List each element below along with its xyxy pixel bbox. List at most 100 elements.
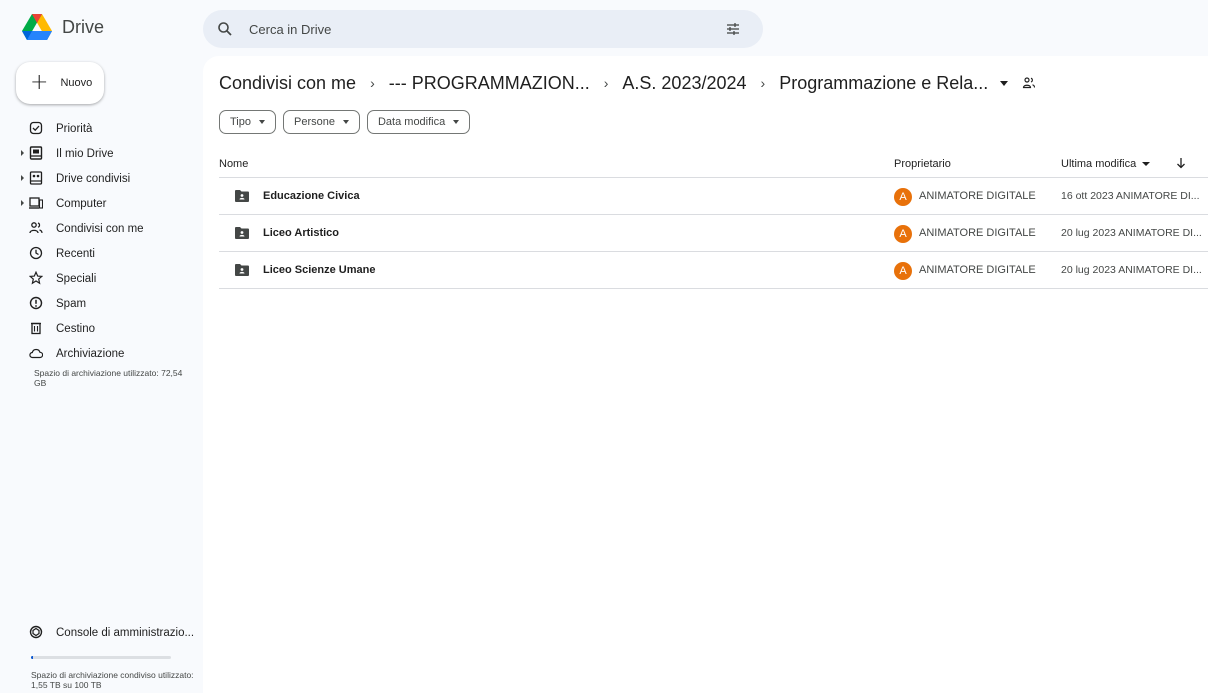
expand-caret-icon[interactable] xyxy=(21,150,24,156)
breadcrumb-separator: › xyxy=(370,75,375,91)
sidebar-item-label: Recenti xyxy=(56,247,95,260)
plus-icon: + xyxy=(30,70,49,95)
column-header-modified-label: Ultima modifica xyxy=(1061,158,1137,170)
check-circle-icon xyxy=(29,121,43,135)
sidebar: + Nuovo Priorità Il mio Drive Drive cond… xyxy=(0,60,203,693)
storage-usage-text: Spazio di archiviazione utilizzato: 72,5… xyxy=(34,368,183,388)
table-row[interactable]: Liceo Artistico A ANIMATORE DIGITALE 20 … xyxy=(219,215,1208,252)
sidebar-item-label: Condivisi con me xyxy=(56,222,144,235)
drive-logo-icon xyxy=(22,14,52,40)
sidebar-item-my-drive[interactable]: Il mio Drive xyxy=(0,141,203,166)
new-button-label: Nuovo xyxy=(60,77,93,89)
file-name: Liceo Artistico xyxy=(263,227,339,239)
file-name: Educazione Civica xyxy=(263,190,360,202)
last-modified: 16 ott 2023 ANIMATORE DI... xyxy=(1061,190,1200,202)
shared-storage-progress-fill xyxy=(31,656,34,659)
sidebar-item-computer[interactable]: Computer xyxy=(0,191,203,216)
chevron-down-icon xyxy=(259,120,265,124)
sidebar-item-label: Speciali xyxy=(56,272,97,285)
breadcrumb-item-shared-with-me[interactable]: Condivisi con me xyxy=(219,73,356,94)
table-row[interactable]: Liceo Scienze Umane A ANIMATORE DIGITALE… xyxy=(219,252,1208,289)
sidebar-item-starred[interactable]: Speciali xyxy=(0,266,203,291)
filter-people-label: Persone xyxy=(294,116,335,128)
file-name: Liceo Scienze Umane xyxy=(263,264,376,276)
expand-caret-icon[interactable] xyxy=(21,175,24,181)
sort-direction-arrow-icon[interactable] xyxy=(1174,156,1188,170)
column-header-modified[interactable]: Ultima modifica xyxy=(1061,158,1151,170)
sidebar-item-label: Spam xyxy=(56,297,87,310)
star-icon xyxy=(29,271,43,285)
shared-storage-text: Spazio di archiviazione condiviso utiliz… xyxy=(31,670,194,690)
sidebar-item-label: Il mio Drive xyxy=(56,147,114,160)
search-bar[interactable] xyxy=(203,10,763,48)
sidebar-item-label: Cestino xyxy=(56,322,95,335)
clock-icon xyxy=(29,246,43,260)
shared-folder-icon xyxy=(235,264,249,276)
shared-folder-icon xyxy=(235,227,249,239)
my-drive-icon xyxy=(29,146,43,160)
new-button[interactable]: + Nuovo xyxy=(16,62,104,104)
breadcrumb: Condivisi con me › --- PROGRAMMAZION... … xyxy=(219,70,1036,96)
filter-modified-label: Data modifica xyxy=(377,116,446,128)
sidebar-item-priority[interactable]: Priorità xyxy=(0,116,203,141)
sidebar-nav: Priorità Il mio Drive Drive condivisi Co… xyxy=(0,116,203,366)
filter-modified[interactable]: Data modifica xyxy=(366,110,471,134)
filter-chips: Tipo Persone Data modifica xyxy=(219,110,471,134)
folder-menu-dropdown-icon[interactable] xyxy=(1000,80,1009,86)
filter-type-label: Tipo xyxy=(230,116,251,128)
sidebar-item-trash[interactable]: Cestino xyxy=(0,316,203,341)
admin-shield-icon xyxy=(29,625,43,639)
chevron-down-icon xyxy=(342,120,349,124)
sidebar-item-shared-drives[interactable]: Drive condivisi xyxy=(0,166,203,191)
sidebar-item-recent[interactable]: Recenti xyxy=(0,241,203,266)
column-header-owner[interactable]: Proprietario xyxy=(894,158,951,170)
shared-drives-icon xyxy=(29,171,43,185)
shared-folder-people-icon[interactable] xyxy=(1022,76,1036,90)
breadcrumb-separator: › xyxy=(603,75,609,91)
drive-logo[interactable]: Drive xyxy=(22,14,104,40)
trash-icon xyxy=(29,321,43,335)
search-options-icon[interactable] xyxy=(725,21,741,37)
last-modified: 20 lug 2023 ANIMATORE DI... xyxy=(1061,264,1202,276)
owner-avatar: A xyxy=(894,262,912,280)
admin-console-link[interactable]: Console di amministrazio... xyxy=(0,620,203,645)
sidebar-item-label: Priorità xyxy=(56,122,93,135)
sidebar-item-label: Computer xyxy=(56,197,107,210)
column-header-name[interactable]: Nome xyxy=(219,158,248,170)
file-list: Nome Proprietario Ultima modifica Educaz… xyxy=(219,150,1208,289)
last-modified: 20 lug 2023 ANIMATORE DI... xyxy=(1061,227,1202,239)
shared-storage-progress xyxy=(31,656,171,659)
sidebar-item-label: Drive condivisi xyxy=(56,172,131,185)
shared-folder-icon xyxy=(235,190,249,202)
expand-caret-icon[interactable] xyxy=(21,200,24,206)
top-bar: Drive xyxy=(0,0,1208,60)
owner-name: ANIMATORE DIGITALE xyxy=(919,264,1036,276)
sidebar-item-label: Archiviazione xyxy=(56,347,125,360)
owner-name: ANIMATORE DIGITALE xyxy=(919,227,1036,239)
search-input[interactable] xyxy=(249,10,709,48)
table-row[interactable]: Educazione Civica A ANIMATORE DIGITALE 1… xyxy=(219,178,1208,215)
admin-console-label: Console di amministrazio... xyxy=(56,626,195,639)
computer-icon xyxy=(29,196,43,210)
spam-icon xyxy=(29,296,43,310)
filter-people[interactable]: Persone xyxy=(283,110,360,134)
filter-type[interactable]: Tipo xyxy=(219,110,276,134)
chevron-down-icon xyxy=(1142,162,1151,166)
file-list-header: Nome Proprietario Ultima modifica xyxy=(219,150,1208,178)
owner-avatar: A xyxy=(894,188,912,206)
breadcrumb-item-current-folder[interactable]: Programmazione e Rela... xyxy=(779,73,988,94)
owner-avatar: A xyxy=(894,225,912,243)
breadcrumb-item-school-year[interactable]: A.S. 2023/2024 xyxy=(622,73,746,94)
sidebar-item-shared-with-me[interactable]: Condivisi con me xyxy=(0,216,203,241)
app-name: Drive xyxy=(62,16,105,37)
sidebar-item-spam[interactable]: Spam xyxy=(0,291,203,316)
sidebar-item-storage[interactable]: Archiviazione xyxy=(0,341,203,366)
owner-name: ANIMATORE DIGITALE xyxy=(919,190,1036,202)
chevron-down-icon xyxy=(453,120,460,124)
search-icon[interactable] xyxy=(217,21,233,37)
cloud-icon xyxy=(29,346,43,360)
breadcrumb-item-programmazione[interactable]: --- PROGRAMMAZION... xyxy=(389,73,590,94)
people-icon xyxy=(29,221,43,235)
breadcrumb-separator: › xyxy=(760,75,766,91)
main-content: Condivisi con me › --- PROGRAMMAZION... … xyxy=(203,56,1208,693)
